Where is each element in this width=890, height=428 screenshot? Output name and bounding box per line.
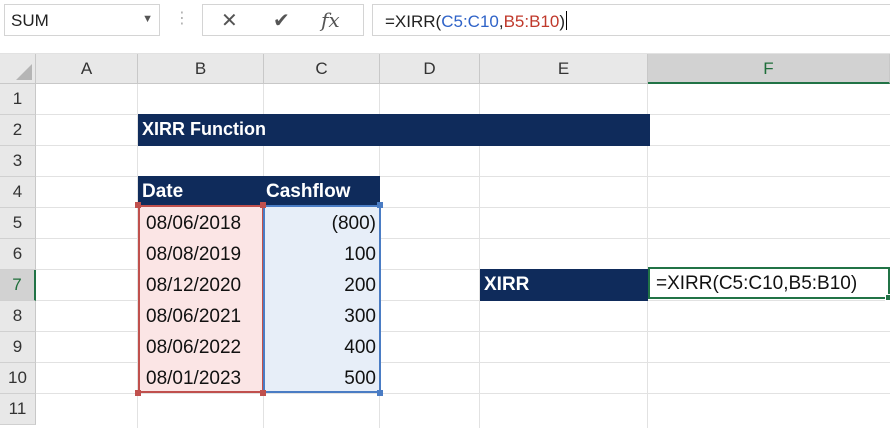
name-box-dropdown-icon[interactable]: ▼ <box>142 13 153 25</box>
formula-input[interactable]: =XIRR(C5:C10,B5:B10) <box>372 4 890 36</box>
table-cell-cashflow[interactable]: 300 <box>266 301 376 332</box>
table-cell-cashflow[interactable]: 500 <box>266 363 376 394</box>
row-header-7[interactable]: 7 <box>0 270 36 301</box>
row-header-6[interactable]: 6 <box>0 239 36 270</box>
table-cell-cashflow[interactable]: 200 <box>266 270 376 301</box>
range-handle[interactable] <box>135 202 141 208</box>
table-cell-cashflow[interactable]: (800) <box>266 208 376 239</box>
range-handle[interactable] <box>377 390 383 396</box>
row-header-2[interactable]: 2 <box>0 115 36 146</box>
enter-check-icon[interactable]: ✔ <box>273 8 290 33</box>
table-cell-date[interactable]: 08/06/2018 <box>146 208 262 239</box>
row-header-9[interactable]: 9 <box>0 332 36 363</box>
formula-bar: SUM ▼ ⋮ ✕ ✔ fx =XIRR(C5:C10,B5:B10) <box>0 0 890 40</box>
row-header-5[interactable]: 5 <box>0 208 36 239</box>
table-cell-date[interactable]: 08/08/2019 <box>146 239 262 270</box>
active-cell-f7[interactable]: =XIRR(C5:C10,B5:B10) <box>648 267 890 301</box>
formula-part-range-dates: B5:B10 <box>503 12 560 31</box>
cancel-icon[interactable]: ✕ <box>221 8 238 33</box>
column-header-f[interactable]: F <box>648 54 890 84</box>
row-header-3[interactable]: 3 <box>0 146 36 177</box>
title-banner[interactable]: XIRR Function <box>138 114 650 146</box>
formula-part-func: =XIRR( <box>385 12 442 31</box>
formula-part-close: ) <box>559 12 566 31</box>
row-header-4[interactable]: 4 <box>0 177 36 208</box>
table-cell-date[interactable]: 08/12/2020 <box>146 270 262 301</box>
xirr-label: XIRR <box>484 274 530 295</box>
range-handle[interactable] <box>377 202 383 208</box>
table-cell-cashflow[interactable]: 100 <box>266 239 376 270</box>
row-header-10[interactable]: 10 <box>0 363 36 394</box>
name-box-value: SUM <box>11 11 49 30</box>
xirr-label-cell[interactable]: XIRR <box>480 269 648 301</box>
table-cell-date[interactable]: 08/01/2023 <box>146 363 262 394</box>
table-header-row: Date Cashflow <box>138 176 380 208</box>
formula-bar-grip-icon: ⋮ <box>174 10 190 27</box>
select-all-triangle-icon <box>16 64 32 80</box>
formula-bar-buttons: ✕ ✔ fx <box>202 4 364 36</box>
table-cell-cashflow[interactable]: 400 <box>266 332 376 363</box>
select-all-button[interactable] <box>0 54 36 84</box>
grid-top-strip <box>0 40 890 54</box>
column-header-c[interactable]: C <box>264 54 380 84</box>
active-cell-formula: =XIRR(C5:C10,B5:B10) <box>656 273 858 294</box>
column-header-a[interactable]: A <box>36 54 138 84</box>
insert-function-icon[interactable]: fx <box>321 8 340 32</box>
header-date[interactable]: Date <box>142 176 183 207</box>
text-caret <box>566 11 568 30</box>
title-text: XIRR Function <box>142 119 266 139</box>
name-box[interactable]: SUM ▼ <box>4 4 160 36</box>
row-header-11[interactable]: 11 <box>0 394 36 425</box>
column-header-e[interactable]: E <box>480 54 648 84</box>
column-header-d[interactable]: D <box>380 54 480 84</box>
table-cell-date[interactable]: 08/06/2022 <box>146 332 262 363</box>
spreadsheet-grid[interactable]: A B C D E F 1 2 3 4 5 6 7 8 9 10 11 XIRR… <box>0 40 890 428</box>
formula-text: =XIRR(C5:C10,B5:B10) <box>385 11 568 32</box>
row-header-1[interactable]: 1 <box>0 84 36 115</box>
header-cashflow[interactable]: Cashflow <box>266 176 350 207</box>
column-header-b[interactable]: B <box>138 54 264 84</box>
range-handle[interactable] <box>135 390 141 396</box>
fill-handle[interactable] <box>885 294 890 301</box>
table-cell-date[interactable]: 08/06/2021 <box>146 301 262 332</box>
formula-part-range-values: C5:C10 <box>441 12 499 31</box>
row-header-8[interactable]: 8 <box>0 301 36 332</box>
